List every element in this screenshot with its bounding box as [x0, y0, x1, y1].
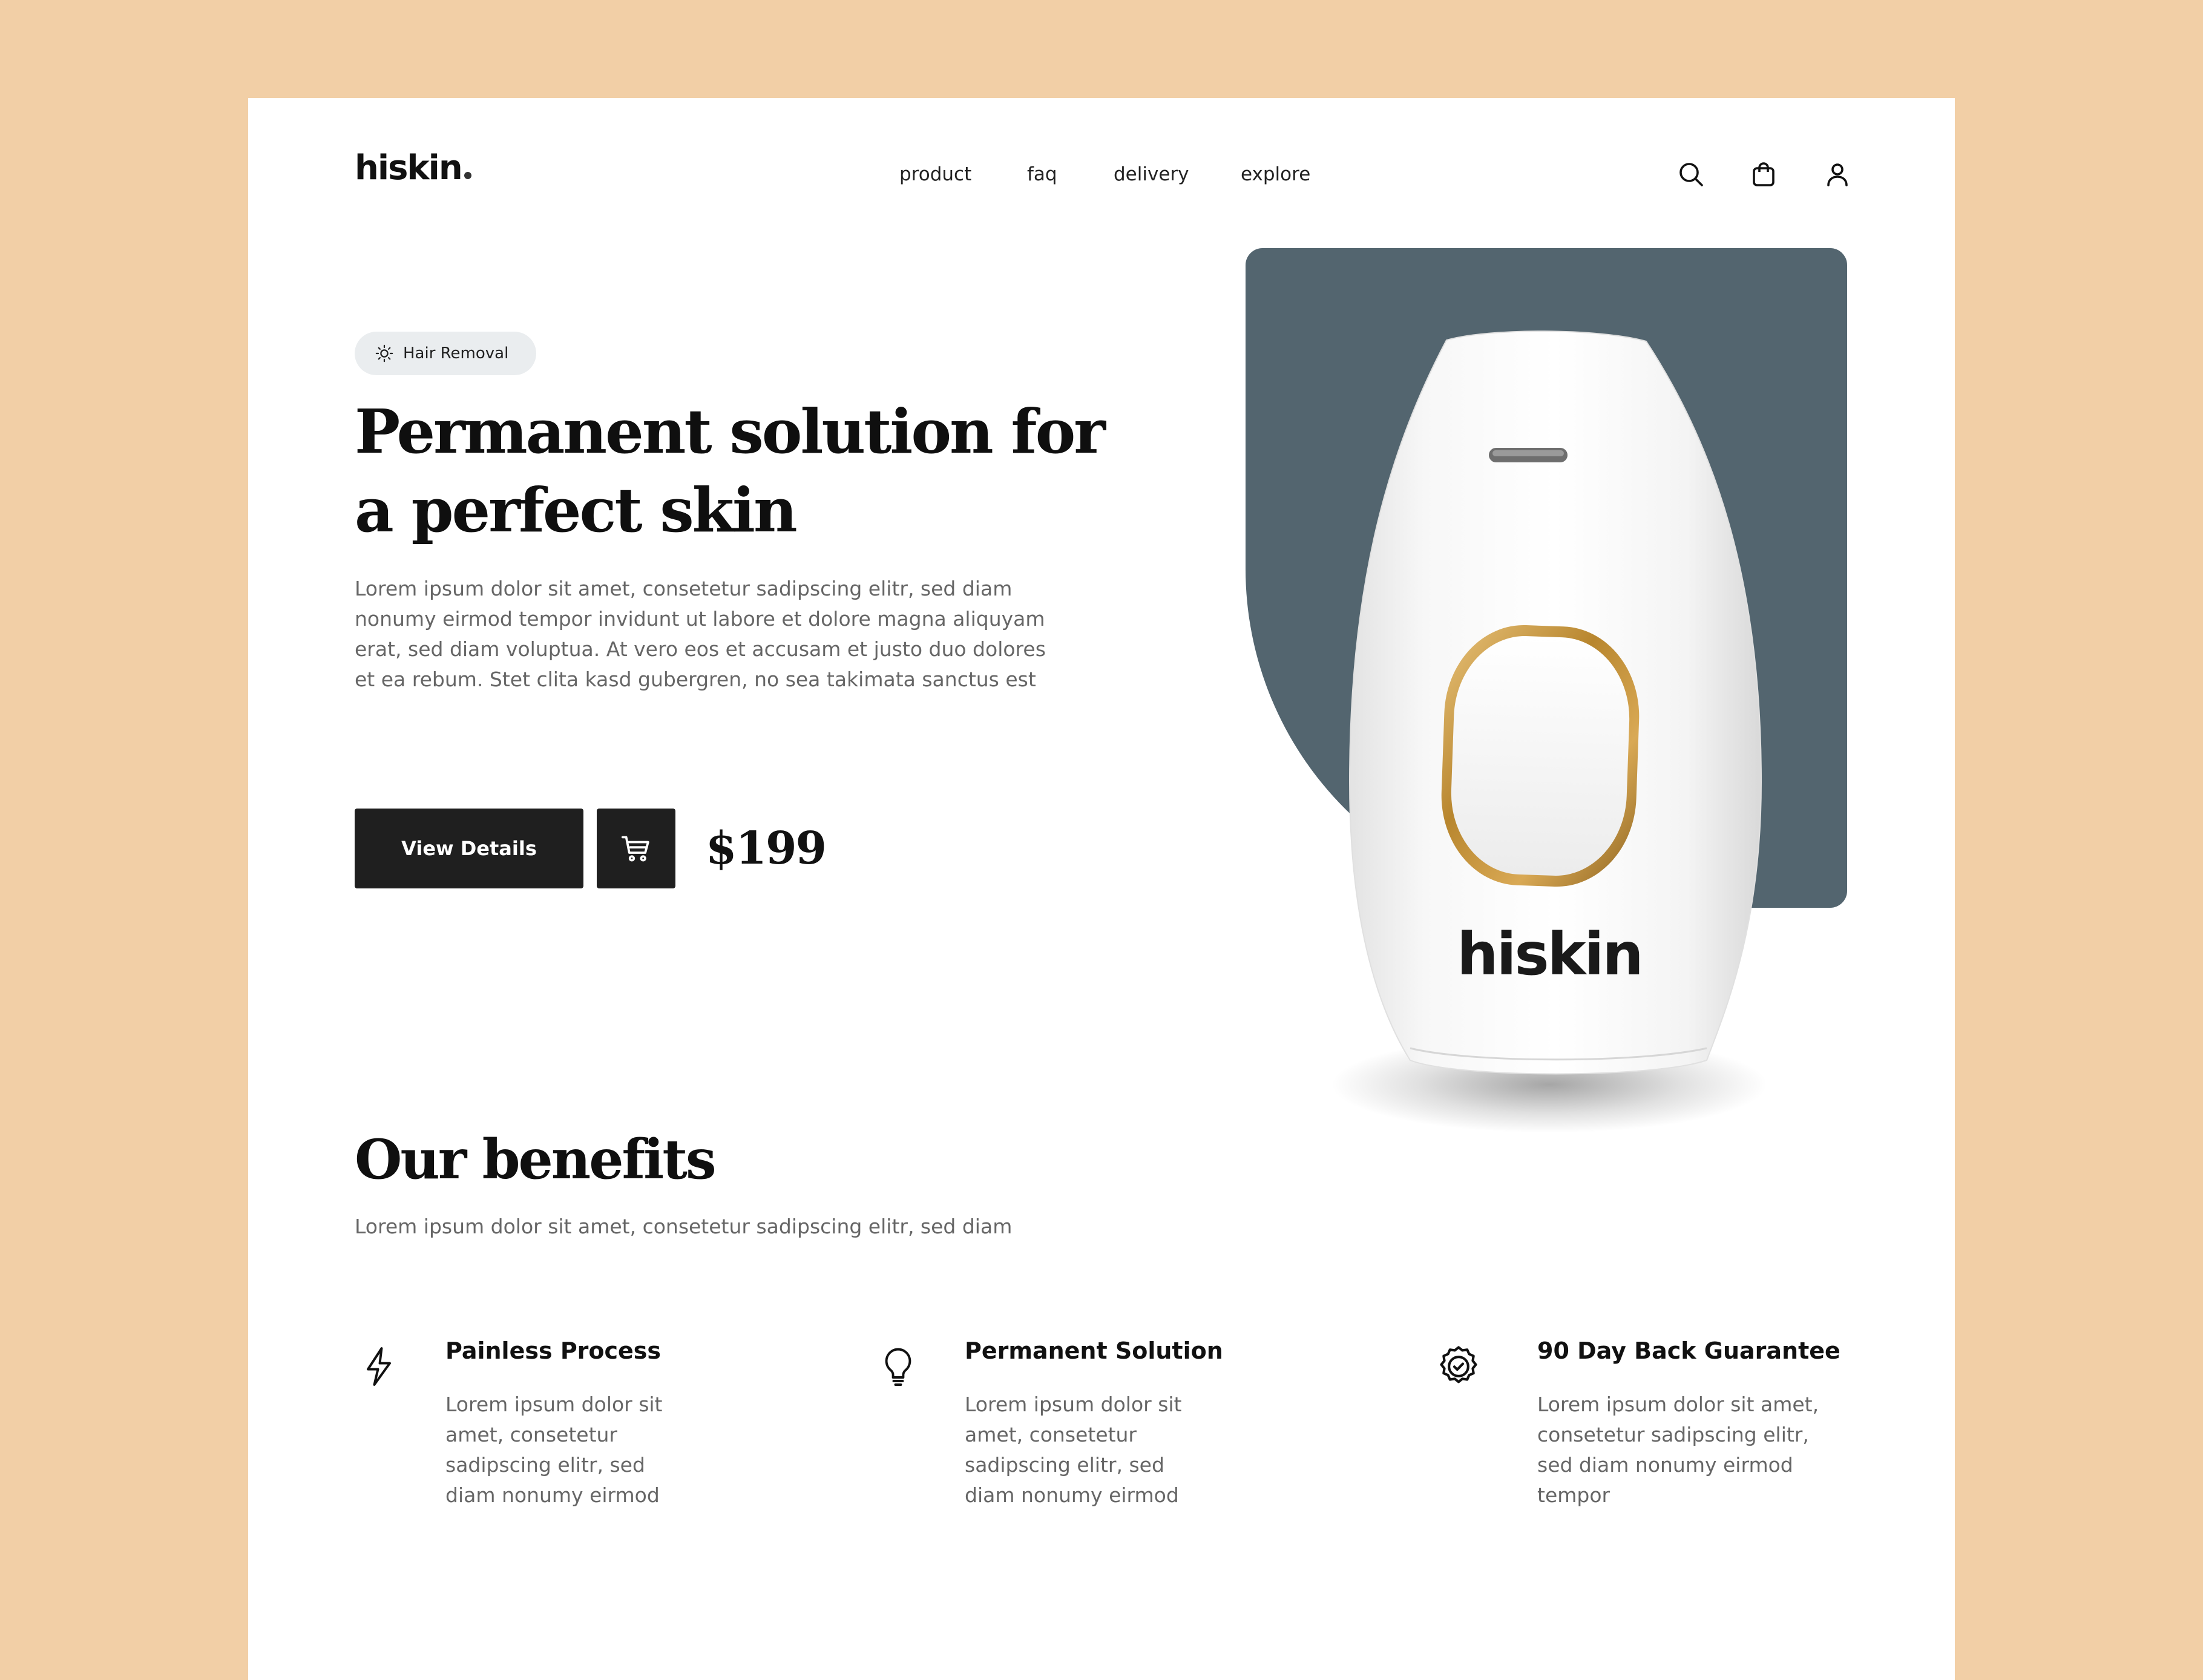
nav-explore[interactable]: explore: [1241, 163, 1310, 185]
brand-logo[interactable]: hiskin: [355, 151, 471, 185]
logo-dot: [464, 172, 471, 179]
search-icon: [1679, 163, 1703, 186]
logo-text: hiskin: [355, 148, 463, 188]
benefit-title: Permanent Solution: [965, 1337, 1223, 1364]
benefit-text: Lorem ipsum dolor sit amet, consetetur s…: [445, 1393, 663, 1507]
benefit-icon-wrap: [1434, 1342, 1483, 1391]
benefit-title: 90 Day Back Guarantee: [1537, 1337, 1840, 1364]
benefit-text: Lorem ipsum dolor sit amet, consetetur s…: [1537, 1393, 1819, 1507]
hero-description: Lorem ipsum dolor sit amet, consetetur s…: [355, 577, 1046, 691]
landing-page: hiskin product faq delivery explore Hair…: [248, 98, 1955, 1680]
benefit-icon-wrap: [874, 1342, 922, 1391]
hero-title: Permanent solution for a perfect skin: [355, 396, 1106, 546]
nav-delivery[interactable]: delivery: [1114, 163, 1189, 185]
search-button[interactable]: [1673, 156, 1709, 192]
view-details-button[interactable]: View Details: [355, 809, 583, 888]
lightbulb-icon: [885, 1348, 911, 1386]
sun-icon: [375, 344, 393, 363]
shopping-bag-icon: [1753, 162, 1775, 186]
device-brand-text: hiskin: [1457, 920, 1641, 988]
ipl-device-illustration: hiskin: [1331, 330, 1767, 1133]
benefits-subtitle: Lorem ipsum dolor sit amet, consetetur s…: [355, 1215, 1013, 1238]
nav-faq[interactable]: faq: [1027, 163, 1057, 185]
nav-product[interactable]: product: [899, 163, 971, 185]
lightning-icon: [367, 1347, 391, 1386]
account-button[interactable]: [1819, 156, 1856, 192]
benefit-text: Lorem ipsum dolor sit amet, consetetur s…: [965, 1393, 1182, 1507]
product-image: hiskin: [1229, 322, 1870, 1199]
benefit-icon-wrap: [355, 1342, 403, 1391]
bag-button[interactable]: [1745, 156, 1782, 192]
add-to-cart-button[interactable]: [597, 809, 675, 888]
product-price: $199: [706, 822, 827, 874]
user-icon: [1827, 163, 1848, 186]
category-tag[interactable]: Hair Removal: [355, 332, 536, 375]
badge-check-icon: [1440, 1346, 1477, 1383]
benefit-title: Painless Process: [445, 1337, 662, 1364]
benefits-title: Our benefits: [355, 1127, 717, 1192]
cart-icon: [621, 836, 649, 862]
tag-label: Hair Removal: [403, 344, 509, 363]
